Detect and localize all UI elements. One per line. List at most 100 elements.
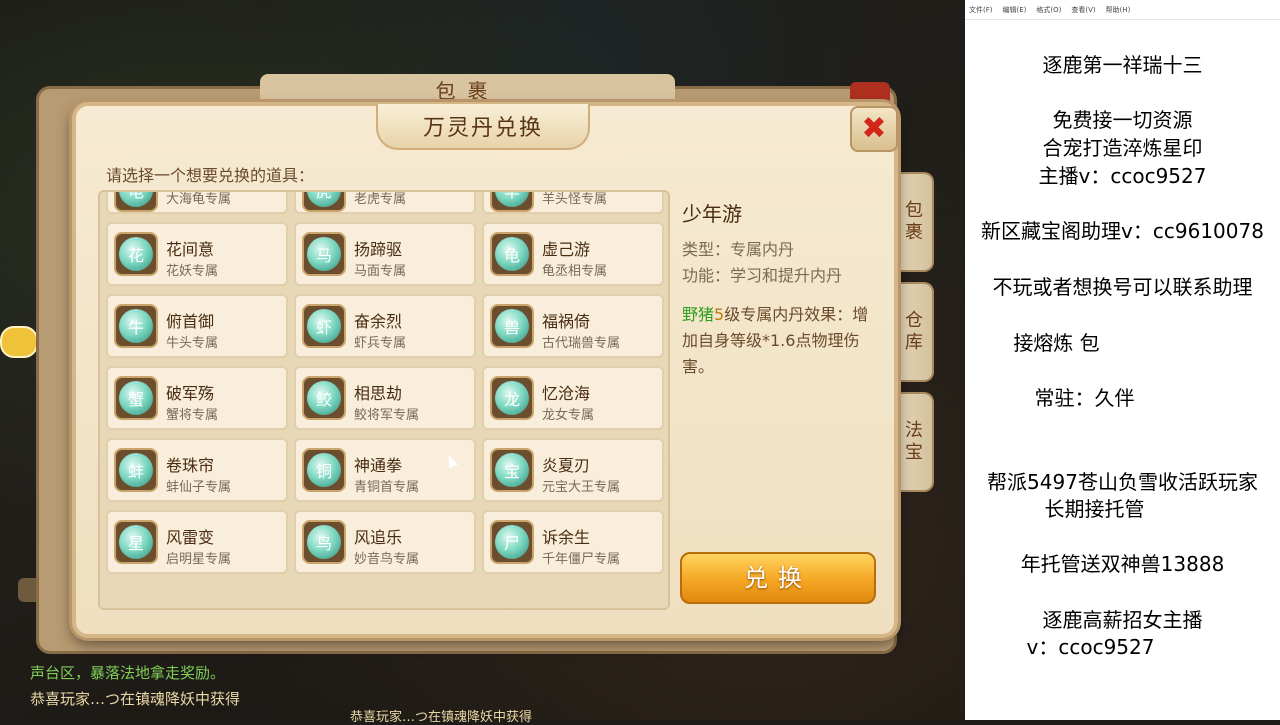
notepad-menubar: 文件(F) 编辑(E) 格式(O) 查看(V) 帮助(H): [965, 0, 1280, 20]
exchange-dialog: 万灵丹兑换 ✖ 请选择一个想要兑换的道具： 龟大海龟专属虎老虎专属羊羊头怪专属花…: [72, 102, 898, 638]
item-name: 忆沧海: [542, 384, 591, 403]
item-card[interactable]: 龟虚己游龟丞相专属: [482, 222, 664, 286]
item-card[interactable]: 虎老虎专属: [294, 192, 476, 214]
dialog-title: 万灵丹兑换: [422, 116, 543, 141]
pet-orb-icon: 羊: [495, 192, 529, 207]
menu-format[interactable]: 格式(O): [1036, 5, 1061, 15]
item-owner: 蚌仙子专属: [166, 480, 232, 495]
item-grid: 龟大海龟专属虎老虎专属羊羊头怪专属花花间意 花妖专属马扬蹄驱 马面专属龟虚己游 龟丞相…: [106, 192, 666, 574]
item-owner: 蟹将专属: [166, 408, 219, 423]
pet-orb-icon: 马: [307, 237, 341, 271]
chat-bubble-icon[interactable]: [0, 326, 38, 358]
item-owner: 龟丞相专属: [542, 264, 608, 279]
item-name: 诉余生: [542, 528, 591, 547]
detail-item-name: 少年游: [682, 202, 742, 226]
pet-orb-icon: 宝: [495, 453, 529, 487]
inner-pill-icon: 羊: [490, 192, 534, 212]
item-owner: 千年僵尸专属: [542, 552, 621, 567]
pet-orb-icon: 虾: [307, 309, 341, 343]
item-card[interactable]: 花花间意 花妖专属: [106, 222, 288, 286]
menu-file[interactable]: 文件(F): [969, 5, 993, 15]
dialog-title-plate: 万灵丹兑换: [376, 104, 590, 150]
detail-type: 类型：专属内丹: [682, 240, 795, 259]
item-list[interactable]: 龟大海龟专属虎老虎专属羊羊头怪专属花花间意 花妖专属马扬蹄驱 马面专属龟虚己游 龟丞相…: [98, 190, 670, 610]
item-name: 福祸倚: [542, 312, 591, 331]
pet-orb-icon: 蟹: [119, 381, 153, 415]
exchange-button[interactable]: 兑换: [680, 552, 876, 604]
menu-edit[interactable]: 编辑(E): [1003, 5, 1027, 15]
inner-pill-icon: 蚌: [114, 448, 158, 492]
item-name: 风雷变: [166, 528, 215, 547]
notepad-line: 不玩或者想换号可以联系助理: [992, 275, 1253, 299]
item-card[interactable]: 马扬蹄驱 马面专属: [294, 222, 476, 286]
inner-pill-icon: 鸟: [302, 520, 346, 564]
item-card[interactable]: 虾奋余烈虾兵专属: [294, 294, 476, 358]
pet-orb-icon: 龟: [119, 192, 153, 207]
item-card[interactable]: 尸诉余生千年僵尸专属: [482, 510, 664, 574]
item-name: 花间意: [166, 240, 215, 259]
notepad-line: 免费接一切资源: [1052, 108, 1193, 132]
notepad-line: 长期接托管: [1044, 497, 1145, 521]
item-owner: 启明星专属: [166, 552, 232, 567]
inner-pill-icon: 宝: [490, 448, 534, 492]
item-card[interactable]: 宝炎夏刃元宝大王专属: [482, 438, 664, 502]
item-card[interactable]: 星风雷变启明星专属: [106, 510, 288, 574]
inner-pill-icon: 虎: [302, 192, 346, 212]
menu-view[interactable]: 查看(V): [1071, 5, 1095, 15]
item-owner: 花妖专属: [166, 264, 219, 279]
item-owner: 大海龟专属: [166, 192, 232, 207]
menu-help[interactable]: 帮助(H): [1106, 5, 1131, 15]
item-owner: 羊头怪专属: [542, 192, 608, 207]
notepad-line: 接熔炼 包: [1013, 331, 1100, 355]
inner-pill-icon: 蟹: [114, 376, 158, 420]
pet-orb-icon: 铜: [307, 453, 341, 487]
item-owner: 妙音鸟专属: [354, 552, 420, 567]
inner-pill-icon: 牛: [114, 304, 158, 348]
item-owner: 元宝大王专属: [542, 480, 621, 495]
pet-orb-icon: 虎: [307, 192, 341, 207]
item-card[interactable]: 蟹破军殇蟹将专属: [106, 366, 288, 430]
inner-pill-icon: 兽: [490, 304, 534, 348]
chat-line-announce-2: 恭喜玩家…つ在镇魂降妖中获得: [350, 710, 533, 725]
item-owner: 马面专属: [354, 264, 407, 279]
detail-function: 功能：学习和提升内丹: [682, 266, 843, 285]
inner-pill-icon: 尸: [490, 520, 534, 564]
pet-orb-icon: 龙: [495, 381, 529, 415]
item-owner: 青铜首专属: [354, 480, 420, 495]
item-owner: 龙女专属: [542, 408, 595, 423]
item-name: 奋余烈: [354, 312, 403, 331]
close-icon: ✖: [861, 111, 887, 146]
item-card[interactable]: 兽福祸倚古代瑞兽专属: [482, 294, 664, 358]
item-name: 破军殇: [166, 384, 215, 403]
item-owner: 牛头专属: [166, 336, 219, 351]
notepad-line: 常驻：久伴: [1034, 386, 1135, 410]
item-name: 虚己游: [542, 240, 591, 259]
pet-orb-icon: 牛: [119, 309, 153, 343]
inner-pill-icon: 铜: [302, 448, 346, 492]
inner-pill-icon: 龟: [490, 232, 534, 276]
inner-pill-icon: 鲛: [302, 376, 346, 420]
pet-orb-icon: 鲛: [307, 381, 341, 415]
pet-orb-icon: 蚌: [119, 453, 153, 487]
item-card[interactable]: 鲛相思劫 鲛将军专属: [294, 366, 476, 430]
item-owner: 虾兵专属: [354, 336, 407, 351]
item-card[interactable]: 铜神通拳青铜首专属: [294, 438, 476, 502]
close-button[interactable]: ✖: [850, 106, 898, 152]
notepad-line: v：ccoc9527: [1026, 635, 1155, 659]
item-card[interactable]: 鸟风追乐 妙音鸟专属: [294, 510, 476, 574]
item-card[interactable]: 龟大海龟专属: [106, 192, 288, 214]
item-card[interactable]: 蚌卷珠帘蚌仙子专属: [106, 438, 288, 502]
chat-line-system: 声台区，暴落法地拿走奖励。: [30, 664, 226, 682]
inner-pill-icon: 马: [302, 232, 346, 276]
item-name: 卷珠帘: [166, 456, 215, 475]
item-card[interactable]: 牛俯首御 牛头专属: [106, 294, 288, 358]
item-owner: 古代瑞兽专属: [542, 336, 621, 351]
item-card[interactable]: 羊羊头怪专属: [482, 192, 664, 214]
item-name: 神通拳: [354, 456, 403, 475]
pet-orb-icon: 尸: [495, 525, 529, 559]
item-name: 炎夏刃: [542, 456, 591, 475]
item-card[interactable]: 龙忆沧海龙女专属: [482, 366, 664, 430]
pet-orb-icon: 星: [119, 525, 153, 559]
inner-pill-icon: 星: [114, 520, 158, 564]
item-owner: 老虎专属: [354, 192, 407, 207]
